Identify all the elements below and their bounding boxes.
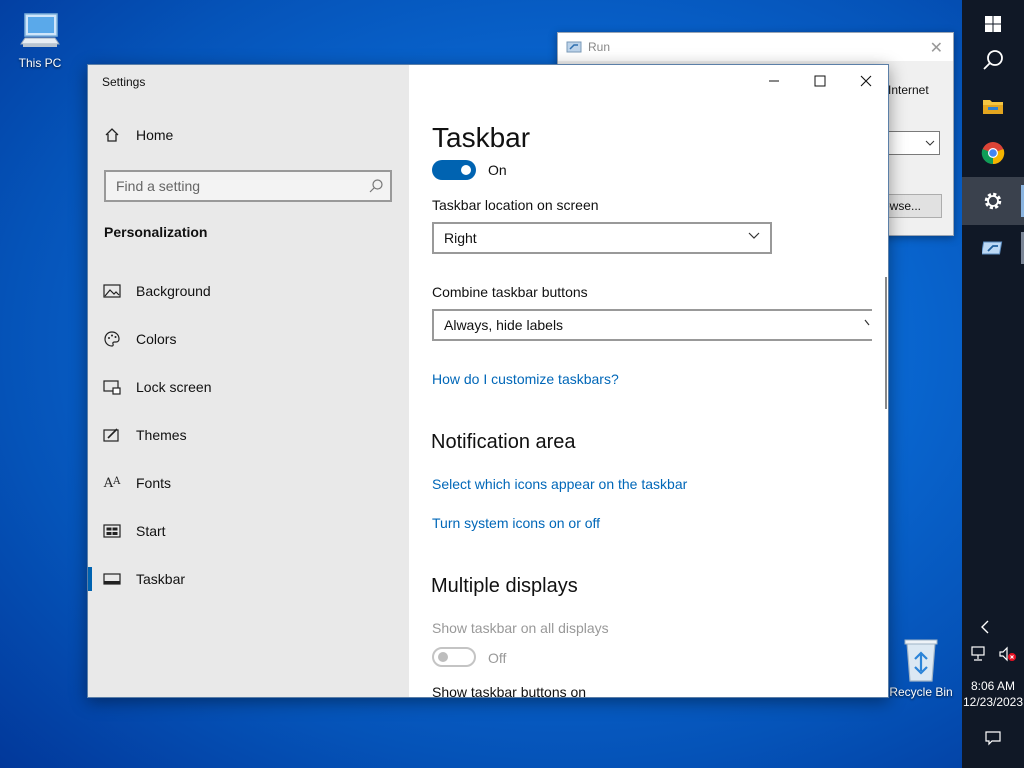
chevron-down-icon [925,140,935,146]
file-explorer-button[interactable] [962,82,1024,130]
sidebar-item-start[interactable]: Start [88,511,409,551]
lock-screen-icon [103,380,121,395]
palette-icon [104,331,120,347]
notification-icon [985,731,1001,746]
show-all-displays-label: Show taskbar on all displays [432,620,609,636]
sidebar-item-label: Background [136,283,211,299]
show-all-displays-toggle[interactable] [432,647,476,667]
minimize-icon [769,80,779,82]
section-heading: Personalization [104,224,208,240]
sidebar-item-label: Start [136,523,166,539]
show-buttons-on-label: Show taskbar buttons on [432,684,587,698]
search-placeholder: Find a setting [116,178,201,194]
clock-time: 8:06 AM [970,679,1016,693]
sidebar-item-colors[interactable]: Colors [88,319,409,359]
sidebar-item-label: Taskbar [136,571,186,587]
sidebar-item-fonts[interactable]: AA Fonts [88,463,409,503]
home-nav-item[interactable]: Home [104,127,173,143]
dropdown-value: Always, hide labels [444,317,564,333]
run-button[interactable] [962,224,1024,272]
chrome-button[interactable] [962,129,1024,177]
scrollbar[interactable] [885,277,887,409]
sidebar-item-label: Colors [136,331,177,347]
maximize-icon [814,75,826,87]
maximize-button[interactable] [797,65,843,97]
computer-icon [20,13,60,47]
volume-muted-icon[interactable] [998,646,1016,662]
sidebar-item-label: Themes [136,427,187,443]
selection-indicator [88,567,92,591]
clock-date: 12/23/2023 [962,695,1024,709]
tray-icons [962,646,1024,666]
image-icon [103,284,121,298]
taskbar-icon [103,573,121,585]
run-open-combobox[interactable] [888,131,940,155]
chevron-down-icon [864,319,870,326]
run-icon [982,241,1003,255]
run-partial-text: Internet [888,83,929,97]
taskbar-location-label: Taskbar location on screen [432,197,599,213]
run-close-button[interactable]: ✕ [930,38,943,58]
settings-content: Taskbar On Taskbar location on screen Ri… [409,65,888,698]
run-browse-button[interactable]: owse... [882,194,942,218]
taskbar-toggle[interactable] [432,160,476,180]
run-title: Run [588,40,611,54]
sidebar-item-label: Lock screen [136,379,212,395]
dropdown-value: Right [444,230,477,246]
sidebar-item-themes[interactable]: Themes [88,415,409,455]
desktop-icon-label: This PC [18,56,62,70]
action-center-button[interactable] [962,730,1024,749]
sidebar-item-background[interactable]: Background [88,271,409,311]
start-icon [103,524,121,538]
system-icons-link[interactable]: Turn system icons on or off [432,515,600,531]
chrome-icon [981,142,1005,165]
close-icon [860,75,872,87]
combine-buttons-dropdown[interactable]: Always, hide labels [432,309,872,341]
close-button[interactable] [843,65,888,97]
minimize-button[interactable] [751,65,797,97]
desktop-icon-recycle-bin[interactable]: Recycle Bin [888,637,954,699]
search-input[interactable]: Find a setting [104,170,392,202]
recycle-bin-icon [904,639,938,682]
chevron-left-icon [981,620,989,634]
combine-buttons-label: Combine taskbar buttons [432,284,588,300]
settings-window[interactable]: Settings Home Find a setting Personaliza… [87,64,889,698]
search-button[interactable] [962,36,1024,84]
run-icon [566,41,582,53]
windows-icon [985,16,1001,32]
file-explorer-icon [983,100,1003,114]
page-title: Taskbar [432,122,531,153]
notification-area-heading: Notification area [431,431,576,453]
sidebar-item-label: Fonts [136,475,172,491]
window-title: Settings [102,75,146,89]
customize-taskbars-link[interactable]: How do I customize taskbars? [432,371,619,387]
toggle-state-label: Off [488,650,507,666]
multiple-displays-heading: Multiple displays [431,575,578,597]
home-icon [105,128,119,142]
show-hidden-icons-button[interactable] [962,620,1024,640]
themes-icon [103,428,119,442]
settings-icon [984,192,1002,210]
taskbar: 8:06 AM 12/23/2023 [962,0,1024,768]
select-icons-link[interactable]: Select which icons appear on the taskbar [432,476,687,492]
settings-button[interactable] [962,177,1024,225]
network-icon[interactable] [970,646,988,662]
home-label: Home [136,127,174,143]
clock[interactable]: 8:06 AM 12/23/2023 [962,679,1024,709]
fonts-icon: AA [103,475,121,491]
search-icon [369,179,383,193]
settings-sidebar: Settings Home Find a setting Personaliza… [88,65,409,697]
sidebar-item-taskbar[interactable]: Taskbar [88,559,409,599]
toggle-state-label: On [488,162,507,178]
desktop-icon-this-pc[interactable]: This PC [9,10,71,70]
taskbar-location-dropdown[interactable]: Right [432,222,772,254]
sidebar-item-lock-screen[interactable]: Lock screen [88,367,409,407]
chevron-down-icon [748,232,760,239]
desktop-icon-label: Recycle Bin [889,685,953,699]
run-title-bar[interactable]: Run [558,33,953,61]
search-icon [983,50,1003,70]
